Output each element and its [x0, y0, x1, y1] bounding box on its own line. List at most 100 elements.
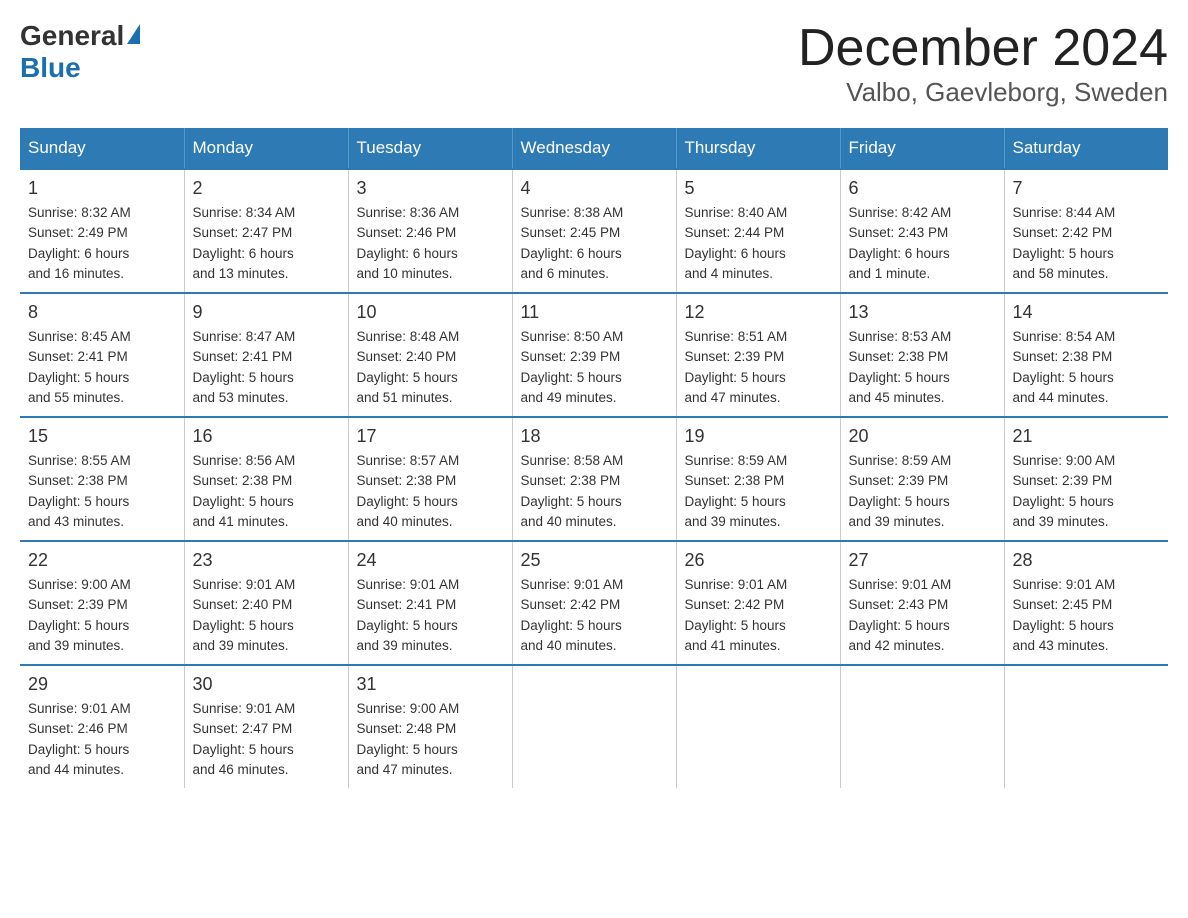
day-number: 10: [357, 302, 504, 323]
day-info: Sunrise: 8:58 AM Sunset: 2:38 PM Dayligh…: [521, 451, 668, 532]
day-info: Sunrise: 8:45 AM Sunset: 2:41 PM Dayligh…: [28, 327, 176, 408]
day-number: 4: [521, 178, 668, 199]
day-number: 24: [357, 550, 504, 571]
calendar-cell: 14 Sunrise: 8:54 AM Sunset: 2:38 PM Dayli…: [1004, 293, 1168, 417]
day-info: Sunrise: 9:01 AM Sunset: 2:43 PM Dayligh…: [849, 575, 996, 656]
day-info: Sunrise: 8:54 AM Sunset: 2:38 PM Dayligh…: [1013, 327, 1161, 408]
calendar-cell: 13Sunrise: 8:53 AM Sunset: 2:38 PM Dayli…: [840, 293, 1004, 417]
calendar-cell: 15 Sunrise: 8:55 AM Sunset: 2:38 PM Dayli…: [20, 417, 184, 541]
calendar-cell: 7 Sunrise: 8:44 AM Sunset: 2:42 PM Daylig…: [1004, 169, 1168, 293]
calendar-table: SundayMondayTuesdayWednesdayThursdayFrid…: [20, 128, 1168, 788]
day-info: Sunrise: 8:38 AM Sunset: 2:45 PM Dayligh…: [521, 203, 668, 284]
day-number: 21: [1013, 426, 1161, 447]
calendar-week-2: 8 Sunrise: 8:45 AM Sunset: 2:41 PM Daylig…: [20, 293, 1168, 417]
weekday-header-monday: Monday: [184, 128, 348, 169]
day-number: 31: [357, 674, 504, 695]
calendar-week-5: 29 Sunrise: 9:01 AM Sunset: 2:46 PM Dayli…: [20, 665, 1168, 788]
day-info: Sunrise: 9:00 AM Sunset: 2:39 PM Dayligh…: [1013, 451, 1161, 532]
calendar-cell: 11Sunrise: 8:50 AM Sunset: 2:39 PM Dayli…: [512, 293, 676, 417]
day-number: 6: [849, 178, 996, 199]
calendar-cell: 18 Sunrise: 8:58 AM Sunset: 2:38 PM Dayli…: [512, 417, 676, 541]
day-info: Sunrise: 9:01 AM Sunset: 2:41 PM Dayligh…: [357, 575, 504, 656]
calendar-cell: 27Sunrise: 9:01 AM Sunset: 2:43 PM Dayli…: [840, 541, 1004, 665]
day-number: 3: [357, 178, 504, 199]
day-info: Sunrise: 8:42 AM Sunset: 2:43 PM Dayligh…: [849, 203, 996, 284]
calendar-cell: [512, 665, 676, 788]
calendar-cell: 9Sunrise: 8:47 AM Sunset: 2:41 PM Daylig…: [184, 293, 348, 417]
weekday-header-saturday: Saturday: [1004, 128, 1168, 169]
day-info: Sunrise: 8:59 AM Sunset: 2:39 PM Dayligh…: [849, 451, 996, 532]
calendar-cell: 16 Sunrise: 8:56 AM Sunset: 2:38 PM Dayli…: [184, 417, 348, 541]
day-number: 11: [521, 302, 668, 323]
day-info: Sunrise: 8:34 AM Sunset: 2:47 PM Dayligh…: [193, 203, 340, 284]
day-number: 1: [28, 178, 176, 199]
day-number: 5: [685, 178, 832, 199]
logo: General Blue: [20, 20, 140, 84]
day-info: Sunrise: 9:01 AM Sunset: 2:45 PM Dayligh…: [1013, 575, 1161, 656]
weekday-header-thursday: Thursday: [676, 128, 840, 169]
weekday-header-sunday: Sunday: [20, 128, 184, 169]
calendar-cell: 10 Sunrise: 8:48 AM Sunset: 2:40 PM Dayli…: [348, 293, 512, 417]
calendar-cell: 25 Sunrise: 9:01 AM Sunset: 2:42 PM Dayli…: [512, 541, 676, 665]
day-number: 26: [685, 550, 832, 571]
page-header: General Blue December 2024 Valbo, Gaevle…: [20, 20, 1168, 108]
calendar-cell: 2Sunrise: 8:34 AM Sunset: 2:47 PM Daylig…: [184, 169, 348, 293]
calendar-cell: 22 Sunrise: 9:00 AM Sunset: 2:39 PM Dayli…: [20, 541, 184, 665]
day-number: 19: [685, 426, 832, 447]
day-info: Sunrise: 8:44 AM Sunset: 2:42 PM Dayligh…: [1013, 203, 1161, 284]
day-info: Sunrise: 8:56 AM Sunset: 2:38 PM Dayligh…: [193, 451, 340, 532]
calendar-cell: [840, 665, 1004, 788]
day-info: Sunrise: 9:01 AM Sunset: 2:40 PM Dayligh…: [193, 575, 340, 656]
day-info: Sunrise: 8:48 AM Sunset: 2:40 PM Dayligh…: [357, 327, 504, 408]
weekday-header-row: SundayMondayTuesdayWednesdayThursdayFrid…: [20, 128, 1168, 169]
calendar-cell: [676, 665, 840, 788]
weekday-header-friday: Friday: [840, 128, 1004, 169]
day-info: Sunrise: 9:01 AM Sunset: 2:46 PM Dayligh…: [28, 699, 176, 780]
calendar-cell: 19Sunrise: 8:59 AM Sunset: 2:38 PM Dayli…: [676, 417, 840, 541]
logo-general: General: [20, 20, 124, 52]
day-number: 7: [1013, 178, 1161, 199]
day-number: 18: [521, 426, 668, 447]
calendar-cell: 12 Sunrise: 8:51 AM Sunset: 2:39 PM Dayli…: [676, 293, 840, 417]
day-number: 13: [849, 302, 996, 323]
page-title: December 2024: [798, 20, 1168, 77]
calendar-cell: 6 Sunrise: 8:42 AM Sunset: 2:43 PM Daylig…: [840, 169, 1004, 293]
calendar-cell: 8 Sunrise: 8:45 AM Sunset: 2:41 PM Daylig…: [20, 293, 184, 417]
day-number: 16: [193, 426, 340, 447]
day-info: Sunrise: 8:51 AM Sunset: 2:39 PM Dayligh…: [685, 327, 832, 408]
calendar-week-1: 1 Sunrise: 8:32 AM Sunset: 2:49 PM Daylig…: [20, 169, 1168, 293]
day-info: Sunrise: 9:01 AM Sunset: 2:42 PM Dayligh…: [521, 575, 668, 656]
day-info: Sunrise: 9:00 AM Sunset: 2:48 PM Dayligh…: [357, 699, 504, 780]
calendar-cell: 20 Sunrise: 8:59 AM Sunset: 2:39 PM Dayli…: [840, 417, 1004, 541]
day-info: Sunrise: 8:55 AM Sunset: 2:38 PM Dayligh…: [28, 451, 176, 532]
calendar-cell: 24 Sunrise: 9:01 AM Sunset: 2:41 PM Dayli…: [348, 541, 512, 665]
day-number: 14: [1013, 302, 1161, 323]
day-number: 20: [849, 426, 996, 447]
day-info: Sunrise: 9:00 AM Sunset: 2:39 PM Dayligh…: [28, 575, 176, 656]
day-number: 12: [685, 302, 832, 323]
calendar-cell: 21 Sunrise: 9:00 AM Sunset: 2:39 PM Dayli…: [1004, 417, 1168, 541]
day-info: Sunrise: 9:01 AM Sunset: 2:47 PM Dayligh…: [193, 699, 340, 780]
calendar-cell: [1004, 665, 1168, 788]
day-number: 30: [193, 674, 340, 695]
day-info: Sunrise: 8:57 AM Sunset: 2:38 PM Dayligh…: [357, 451, 504, 532]
day-number: 8: [28, 302, 176, 323]
logo-triangle-icon: [127, 24, 140, 44]
calendar-cell: 30 Sunrise: 9:01 AM Sunset: 2:47 PM Dayli…: [184, 665, 348, 788]
day-number: 29: [28, 674, 176, 695]
calendar-cell: 28Sunrise: 9:01 AM Sunset: 2:45 PM Dayli…: [1004, 541, 1168, 665]
weekday-header-tuesday: Tuesday: [348, 128, 512, 169]
page-subtitle: Valbo, Gaevleborg, Sweden: [798, 77, 1168, 108]
day-number: 15: [28, 426, 176, 447]
calendar-cell: 17Sunrise: 8:57 AM Sunset: 2:38 PM Dayli…: [348, 417, 512, 541]
calendar-cell: 5 Sunrise: 8:40 AM Sunset: 2:44 PM Daylig…: [676, 169, 840, 293]
calendar-cell: 3Sunrise: 8:36 AM Sunset: 2:46 PM Daylig…: [348, 169, 512, 293]
calendar-week-4: 22 Sunrise: 9:00 AM Sunset: 2:39 PM Dayli…: [20, 541, 1168, 665]
calendar-week-3: 15 Sunrise: 8:55 AM Sunset: 2:38 PM Dayli…: [20, 417, 1168, 541]
day-number: 25: [521, 550, 668, 571]
day-number: 23: [193, 550, 340, 571]
day-number: 22: [28, 550, 176, 571]
day-info: Sunrise: 8:40 AM Sunset: 2:44 PM Dayligh…: [685, 203, 832, 284]
calendar-cell: 31 Sunrise: 9:00 AM Sunset: 2:48 PM Dayli…: [348, 665, 512, 788]
day-info: Sunrise: 8:32 AM Sunset: 2:49 PM Dayligh…: [28, 203, 176, 284]
